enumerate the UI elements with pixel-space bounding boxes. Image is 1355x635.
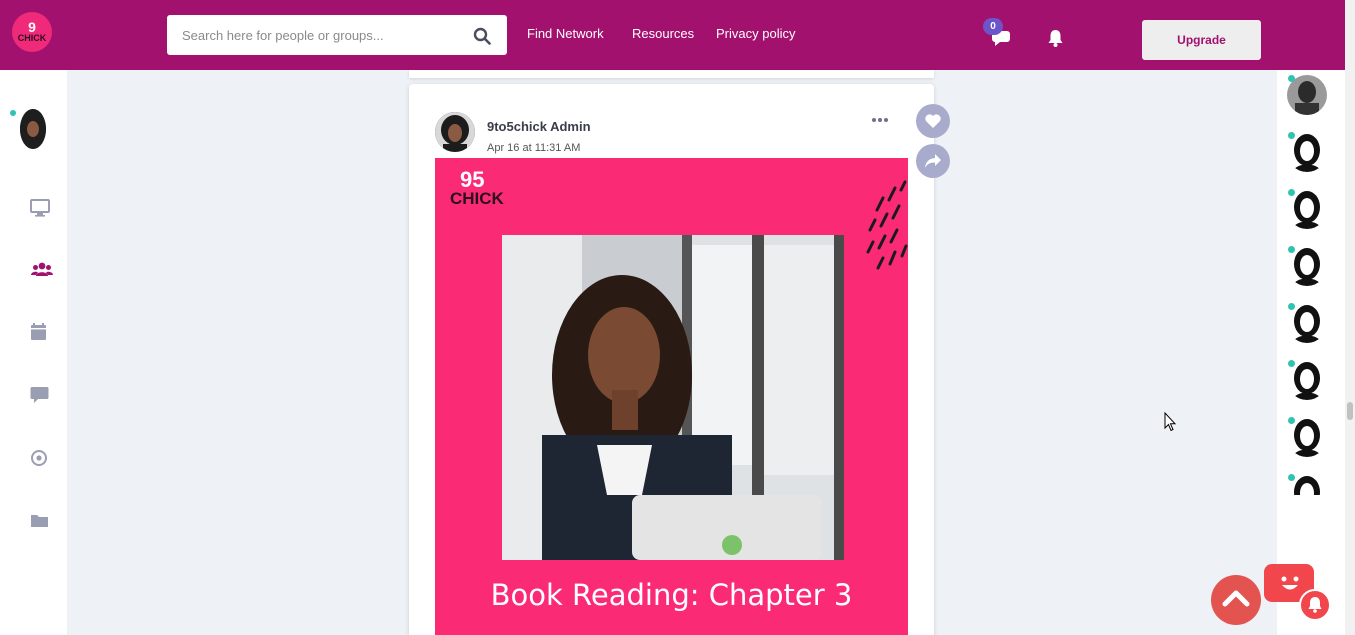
friend-avatar[interactable] (1287, 132, 1327, 172)
chevron-up-icon (1222, 590, 1250, 607)
calendar-icon[interactable] (28, 322, 50, 342)
post-image[interactable]: 95 CHICK Book Reading: Chapter 3 (435, 158, 908, 635)
decorative-strokes (866, 180, 908, 270)
woman-with-laptop-photo (502, 235, 844, 560)
online-status-dot (1288, 417, 1295, 424)
post-card: 9to5chick Admin Apr 16 at 11:31 AM 95 CH… (409, 84, 934, 635)
mouse-cursor-icon (1164, 412, 1176, 432)
online-status-dot (8, 108, 18, 118)
heart-icon (925, 114, 941, 128)
brand-logo[interactable]: 9 CHICK (12, 12, 52, 52)
target-icon[interactable] (29, 448, 51, 468)
left-sidebar (0, 70, 67, 635)
image-brand-logo: 95 CHICK (450, 167, 504, 208)
search-box (167, 15, 507, 55)
upgrade-button[interactable]: Upgrade (1142, 20, 1261, 60)
scrollbar-thumb[interactable] (1347, 402, 1353, 420)
friend-avatar[interactable] (1287, 75, 1327, 115)
author-avatar-image (435, 112, 475, 152)
notification-bell-widget[interactable] (1299, 589, 1331, 621)
top-navigation-bar: 9 CHICK Find Network Resources Privacy p… (0, 0, 1345, 70)
online-status-dot (1288, 474, 1295, 481)
folder-icon[interactable] (29, 511, 51, 531)
messages-count-badge: 0 (983, 18, 1003, 35)
nav-privacy-policy[interactable]: Privacy policy (716, 26, 795, 41)
online-status-dot (1288, 303, 1295, 310)
notifications-bell-icon[interactable] (1047, 29, 1064, 47)
online-status-dot (1288, 75, 1295, 82)
friend-avatar[interactable] (1287, 417, 1327, 457)
search-icon[interactable] (473, 27, 491, 45)
share-button[interactable] (916, 144, 950, 178)
friend-avatar[interactable] (1287, 246, 1327, 286)
previous-post-edge (409, 70, 934, 78)
online-friends-list (1277, 70, 1345, 495)
user-avatar[interactable] (20, 109, 46, 149)
bell-icon (1308, 597, 1322, 613)
chat-icon[interactable] (29, 385, 51, 405)
monitor-icon[interactable] (29, 198, 51, 218)
image-logo-word: CHICK (450, 189, 504, 208)
friend-avatar[interactable] (1287, 474, 1327, 495)
like-button[interactable] (916, 104, 950, 138)
users-icon[interactable] (31, 260, 53, 280)
post-author-avatar[interactable] (435, 112, 475, 152)
online-status-dot (1288, 132, 1295, 139)
logo-word: CHICK (17, 33, 47, 43)
friend-avatar[interactable] (1287, 303, 1327, 343)
image-logo-number: 95 (460, 167, 485, 192)
image-title: Book Reading: Chapter 3 (490, 578, 853, 612)
right-sidebar (1277, 70, 1345, 635)
share-arrow-icon (925, 154, 941, 168)
nav-resources[interactable]: Resources (632, 26, 694, 41)
post-timestamp: Apr 16 at 11:31 AM (487, 142, 581, 154)
more-options-icon[interactable] (871, 110, 891, 130)
scroll-to-top-button[interactable] (1211, 575, 1261, 625)
user-avatar-image (20, 109, 46, 149)
friend-avatar[interactable] (1287, 360, 1327, 400)
friend-avatar[interactable] (1287, 189, 1327, 229)
online-status-dot (1288, 246, 1295, 253)
page-scrollbar[interactable] (1345, 0, 1355, 635)
search-input[interactable] (167, 15, 457, 55)
online-status-dot (1288, 360, 1295, 367)
online-status-dot (1288, 189, 1295, 196)
nav-find-network[interactable]: Find Network (527, 26, 604, 41)
post-author-name[interactable]: 9to5chick Admin (487, 119, 591, 134)
logo-number: 9 (28, 19, 36, 35)
